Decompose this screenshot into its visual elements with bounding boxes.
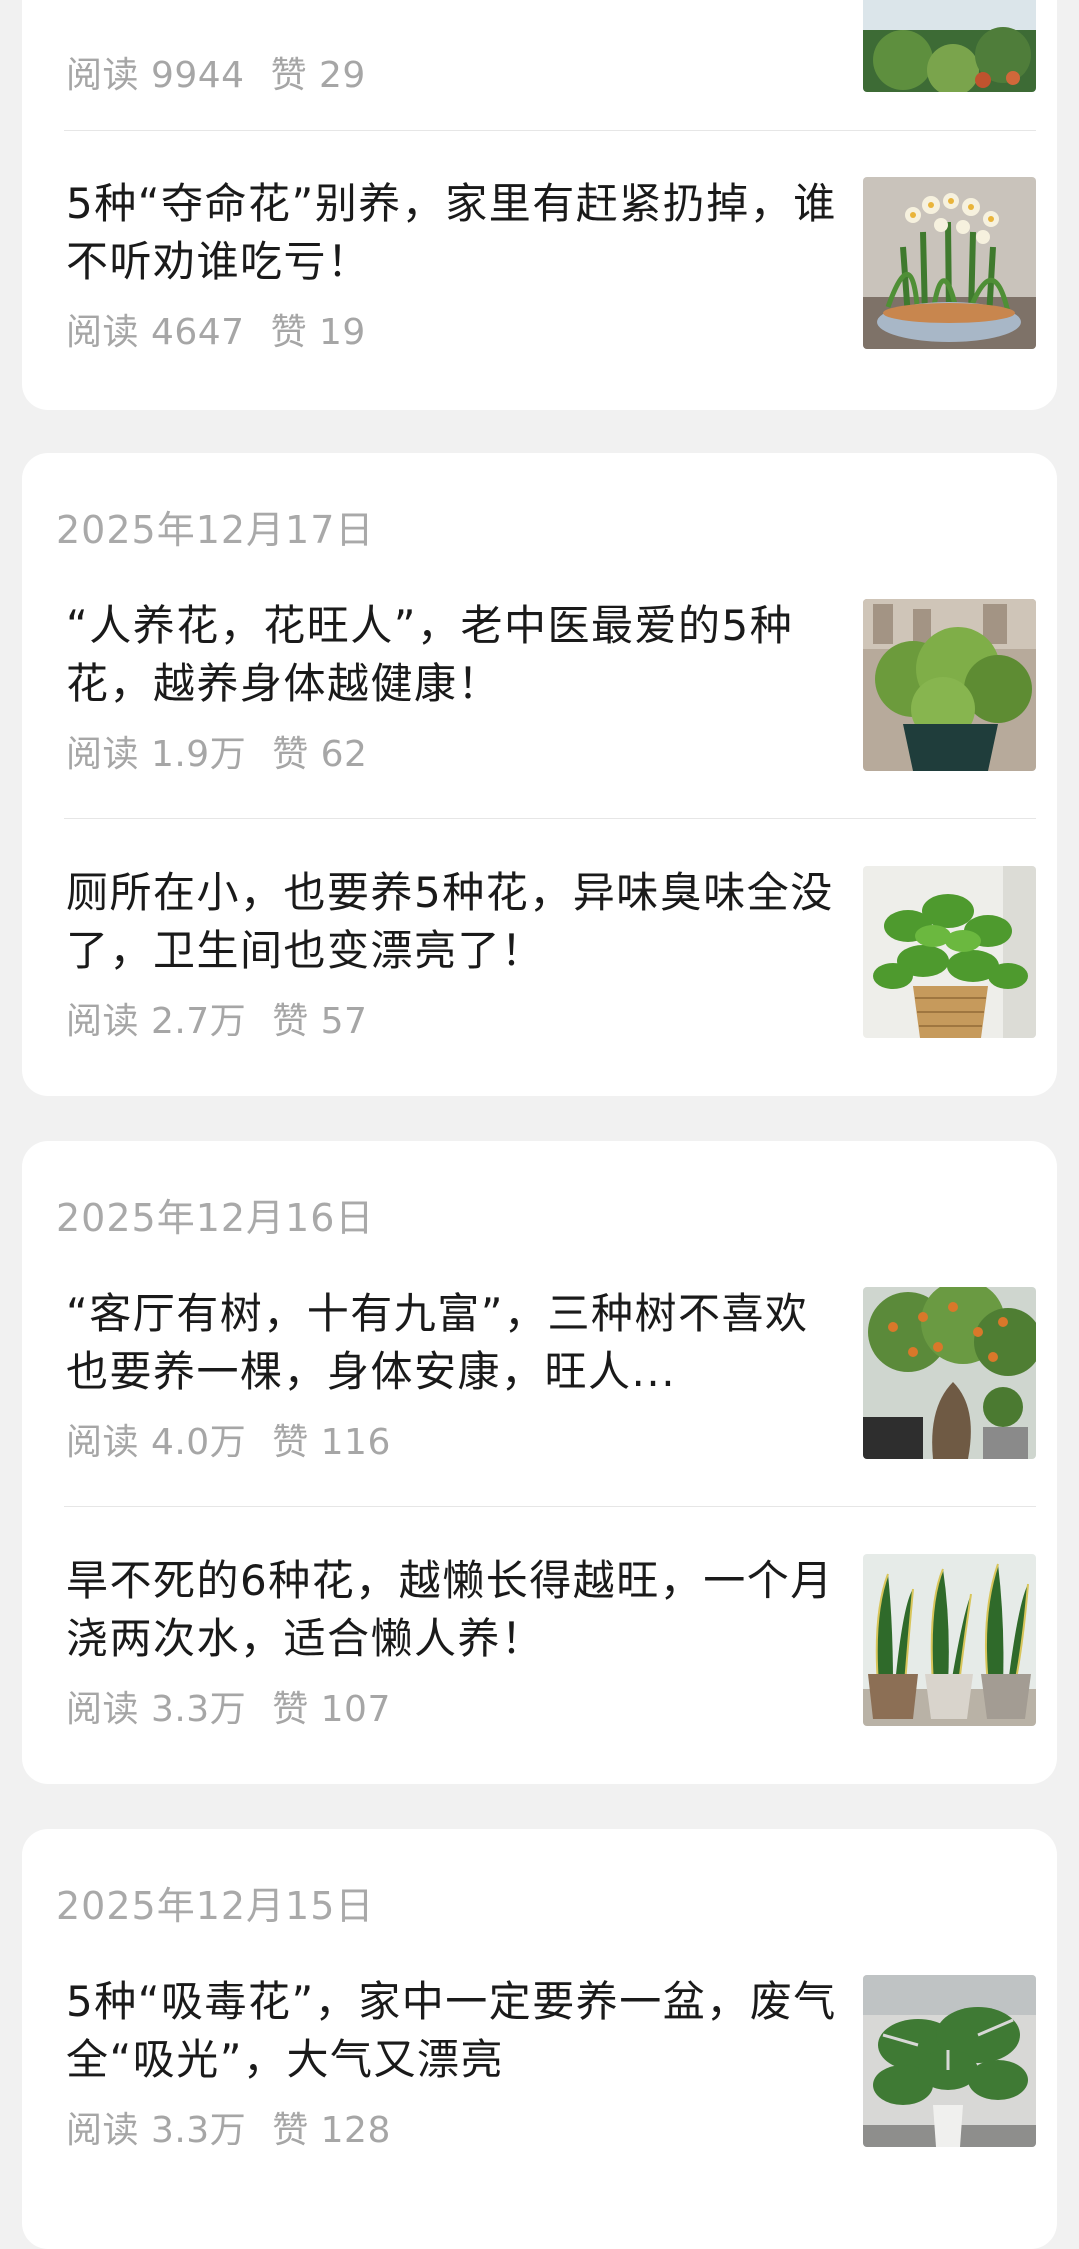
narcissus-pot-photo — [863, 177, 1036, 349]
article-group-card: 阅读 9944 赞 29 5种“夺命花”别养，家里有赶紧扔掉，谁不听劝谁吃亏！ 阅… — [22, 0, 1057, 410]
group-date: 2025年12月17日 — [56, 508, 375, 552]
article-item[interactable]: 5种“吸毒花”，家中一定要养一盆，废气全“吸光”，大气又漂亮 阅读 3.3万赞 … — [66, 1973, 1036, 2151]
like-count: 赞 62 — [272, 734, 368, 775]
like-count: 赞 128 — [272, 2110, 391, 2151]
article-thumbnail[interactable] — [863, 1554, 1036, 1726]
green-shrub-pot-photo — [863, 599, 1036, 771]
tree-branch-photo — [863, 0, 1036, 92]
article-stats: 阅读 9944 赞 29 — [66, 46, 366, 98]
article-group-card: 2025年12月17日 “人养花，花旺人”，老中医最爱的5种花，越养身体越健康！… — [22, 453, 1057, 1096]
like-count: 赞 29 — [270, 55, 366, 96]
article-group-card: 2025年12月16日 “客厅有树，十有九富”，三种树不喜欢也要养一棵，身体安康… — [22, 1141, 1057, 1784]
divider — [64, 818, 1036, 819]
article-title[interactable]: 5种“夺命花”别养，家里有赶紧扔掉，谁不听劝谁吃亏！ — [66, 175, 841, 291]
article-stats: 阅读 4.0万赞 116 — [66, 1413, 391, 1465]
divider — [64, 1506, 1036, 1507]
monstera-pot-photo — [863, 1975, 1036, 2147]
like-count: 赞 57 — [272, 1001, 368, 1042]
group-date: 2025年12月15日 — [56, 1884, 375, 1928]
like-count: 赞 19 — [270, 312, 366, 353]
article-item[interactable]: 阅读 9944 赞 29 — [66, 0, 1036, 96]
article-thumbnail[interactable] — [863, 599, 1036, 771]
article-stats: 阅读 1.9万赞 62 — [66, 725, 367, 777]
article-stats: 阅读 2.7万赞 57 — [66, 992, 367, 1044]
snake-plants-photo — [863, 1554, 1036, 1726]
read-count: 阅读 9944 — [66, 55, 245, 96]
article-item[interactable]: 5种“夺命花”别养，家里有赶紧扔掉，谁不听劝谁吃亏！ 阅读 4647 赞 19 — [66, 175, 1036, 353]
article-thumbnail[interactable] — [863, 177, 1036, 349]
article-title[interactable]: 5种“吸毒花”，家中一定要养一盆，废气全“吸光”，大气又漂亮 — [66, 1973, 841, 2089]
bonsai-fruit-tree-photo — [863, 1287, 1036, 1459]
article-thumbnail[interactable] — [863, 866, 1036, 1038]
article-thumbnail[interactable] — [863, 1975, 1036, 2147]
like-count: 赞 116 — [272, 1422, 391, 1463]
article-title[interactable]: “客厅有树，十有九富”，三种树不喜欢也要养一棵，身体安康，旺人... — [66, 1285, 841, 1401]
article-stats: 阅读 3.3万赞 128 — [66, 2101, 391, 2153]
article-stats: 阅读 4647 赞 19 — [66, 303, 366, 355]
read-count: 阅读 1.9万 — [66, 734, 247, 775]
read-count: 阅读 3.3万 — [66, 2110, 247, 2151]
article-item[interactable]: “人养花，花旺人”，老中医最爱的5种花，越养身体越健康！ 阅读 1.9万赞 62 — [66, 597, 1036, 775]
read-count: 阅读 4647 — [66, 312, 245, 353]
divider — [64, 130, 1036, 131]
article-title[interactable]: 旱不死的6种花，越懒长得越旺，一个月浇两次水，适合懒人养！ — [66, 1552, 841, 1668]
article-stats: 阅读 3.3万赞 107 — [66, 1680, 391, 1732]
article-item[interactable]: “客厅有树，十有九富”，三种树不喜欢也要养一棵，身体安康，旺人... 阅读 4.… — [66, 1285, 1036, 1463]
read-count: 阅读 2.7万 — [66, 1001, 247, 1042]
article-title[interactable]: “人养花，花旺人”，老中医最爱的5种花，越养身体越健康！ — [66, 597, 841, 713]
group-date: 2025年12月16日 — [56, 1196, 375, 1240]
article-thumbnail[interactable] — [863, 1287, 1036, 1459]
read-count: 阅读 3.3万 — [66, 1689, 247, 1730]
pothos-basket-photo — [863, 866, 1036, 1038]
read-count: 阅读 4.0万 — [66, 1422, 247, 1463]
article-item[interactable]: 厕所在小，也要养5种花，异味臭味全没了，卫生间也变漂亮了！ 阅读 2.7万赞 5… — [66, 864, 1036, 1042]
like-count: 赞 107 — [272, 1689, 391, 1730]
article-group-card: 2025年12月15日 5种“吸毒花”，家中一定要养一盆，废气全“吸光”，大气又… — [22, 1829, 1057, 2249]
article-title[interactable]: 厕所在小，也要养5种花，异味臭味全没了，卫生间也变漂亮了！ — [66, 864, 841, 980]
article-item[interactable]: 旱不死的6种花，越懒长得越旺，一个月浇两次水，适合懒人养！ 阅读 3.3万赞 1… — [66, 1552, 1036, 1730]
article-thumbnail[interactable] — [863, 0, 1036, 92]
